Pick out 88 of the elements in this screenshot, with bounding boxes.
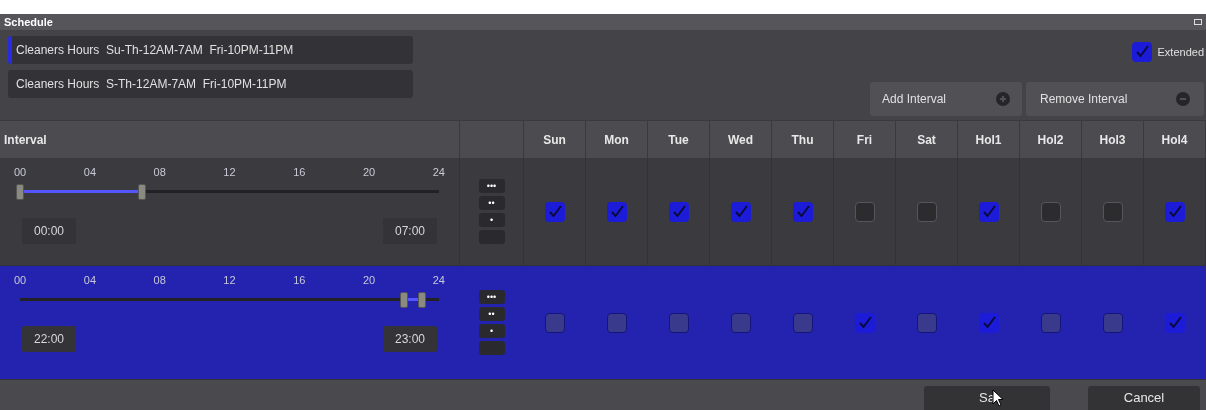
tick-label: 16 [293, 165, 306, 180]
slider-track[interactable] [20, 297, 439, 301]
checkbox[interactable] [792, 312, 813, 333]
add-interval-button[interactable]: Add Interval [870, 82, 1022, 116]
end-time-field[interactable]: 07:00 [382, 217, 437, 244]
tick-label: 04 [83, 273, 97, 288]
pattern-button[interactable] [478, 341, 505, 355]
slider-thumb[interactable] [400, 291, 409, 308]
start-time-field[interactable]: 22:00 [22, 325, 77, 352]
column-header: Sat [917, 131, 936, 149]
checkbox[interactable] [544, 201, 565, 222]
column-header: Hol1 [975, 131, 1002, 149]
minus-circle-icon [1176, 92, 1190, 106]
pattern-button[interactable]: ••• [478, 290, 505, 304]
window-title: Schedule [4, 14, 53, 30]
check-icon [981, 204, 996, 219]
check-icon [1167, 204, 1182, 219]
interval-row[interactable]: 00 04 08 12 16 20 24 00:00 07:00 ••• •• • [0, 158, 1206, 266]
tick-label: 08 [153, 273, 166, 288]
pattern-button[interactable]: ••• [478, 179, 505, 193]
checkbox[interactable] [730, 201, 751, 222]
column-header: Thu [791, 131, 814, 149]
extended-label: Extended [1157, 44, 1204, 60]
tick-label: 20 [362, 273, 376, 288]
check-icon [857, 315, 872, 330]
tick-label: 12 [223, 165, 236, 180]
column-header: Mon [604, 131, 629, 149]
slider-thumb[interactable] [138, 183, 147, 200]
column-header: Hol2 [1037, 131, 1064, 149]
checkbox[interactable] [1164, 312, 1185, 333]
restore-icon[interactable] [1194, 18, 1202, 26]
slider-thumb[interactable] [16, 183, 24, 200]
pattern-button[interactable]: • [478, 213, 505, 227]
remove-interval-button[interactable]: Remove Interval [1026, 82, 1204, 116]
tick-label: 24 [432, 273, 445, 288]
tick-label: 00 [14, 165, 27, 180]
plus-circle-icon [996, 92, 1010, 106]
tick-label: 12 [223, 273, 236, 288]
checkbox[interactable] [1102, 201, 1123, 222]
pattern-button[interactable]: •• [478, 196, 505, 210]
checkbox[interactable] [1102, 312, 1123, 333]
column-header: Hol4 [1161, 131, 1188, 149]
column-header: Hol3 [1099, 131, 1126, 149]
check-icon [609, 204, 624, 219]
check-icon [671, 204, 686, 219]
checkbox[interactable] [1164, 201, 1185, 222]
checkbox[interactable] [916, 312, 937, 333]
checkbox[interactable] [730, 312, 751, 333]
checkbox[interactable] [978, 201, 999, 222]
tick-label: 00 [14, 273, 27, 288]
checkbox[interactable] [792, 201, 813, 222]
check-icon [1134, 45, 1149, 59]
checkbox[interactable] [1131, 42, 1152, 62]
cancel-button[interactable]: Cancel [1088, 386, 1200, 410]
name-field[interactable]: Cleaners Hours Su-Th-12AM-7AM Fri-10PM-11PM [8, 36, 413, 64]
column-header: Wed [727, 131, 754, 149]
checkbox[interactable] [854, 201, 875, 222]
checkbox[interactable] [916, 201, 937, 222]
column-header: Interval [4, 131, 47, 149]
tick-label: 24 [432, 165, 445, 180]
tick-label: 04 [83, 165, 97, 180]
check-icon [547, 204, 562, 219]
slider-thumb[interactable] [417, 291, 426, 308]
column-header: Sun [543, 131, 566, 149]
checkbox[interactable] [854, 312, 875, 333]
tick-label: 16 [293, 273, 306, 288]
checkbox[interactable] [1040, 312, 1061, 333]
checkbox[interactable] [668, 312, 689, 333]
start-time-field[interactable]: 00:00 [22, 217, 77, 244]
pattern-button[interactable]: • [478, 324, 505, 338]
checkbox[interactable] [606, 201, 627, 222]
checkbox[interactable] [544, 312, 565, 333]
check-icon [1167, 315, 1182, 330]
checkbox[interactable] [1040, 201, 1061, 222]
column-header: Tue [668, 131, 689, 149]
cursor-icon [992, 389, 1004, 408]
check-icon [981, 315, 996, 330]
column-header: Fri [856, 131, 873, 149]
check-icon [795, 204, 810, 219]
pattern-button[interactable]: •• [478, 307, 505, 321]
tick-label: 20 [362, 165, 376, 180]
tick-label: 08 [153, 165, 166, 180]
check-icon [733, 204, 748, 219]
checkbox[interactable] [668, 201, 689, 222]
end-time-field[interactable]: 23:00 [382, 325, 437, 352]
name-field[interactable]: Cleaners Hours S-Th-12AM-7AM Fri-10PM-11PM [8, 70, 413, 98]
checkbox[interactable] [978, 312, 999, 333]
checkbox[interactable] [606, 312, 627, 333]
